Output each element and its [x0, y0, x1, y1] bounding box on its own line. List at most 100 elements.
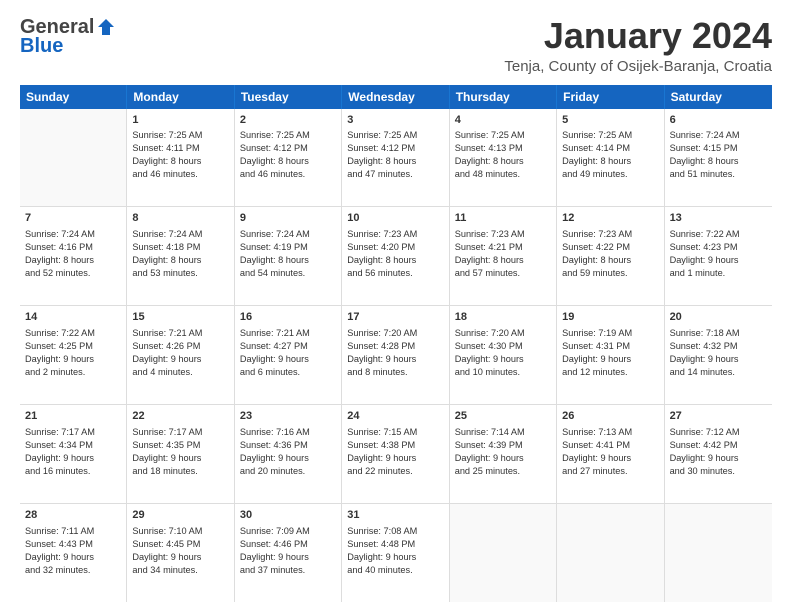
- day-number: 19: [562, 310, 658, 325]
- day-number: 13: [670, 211, 767, 226]
- cell-line: Sunrise: 7:15 AM: [347, 426, 443, 439]
- day-number: 7: [25, 211, 121, 226]
- cell-line: Daylight: 9 hours: [240, 551, 336, 564]
- cell-line: and 48 minutes.: [455, 168, 551, 181]
- day-number: 25: [455, 409, 551, 424]
- cell-line: Sunset: 4:12 PM: [240, 142, 336, 155]
- calendar-cell: 13Sunrise: 7:22 AMSunset: 4:23 PMDayligh…: [665, 207, 772, 305]
- cell-line: Sunrise: 7:24 AM: [132, 228, 228, 241]
- day-number: 30: [240, 508, 336, 523]
- cell-line: Daylight: 9 hours: [347, 353, 443, 366]
- cell-line: Daylight: 9 hours: [25, 551, 121, 564]
- title-block: January 2024 Tenja, County of Osijek-Bar…: [504, 16, 772, 75]
- cell-line: and 51 minutes.: [670, 168, 767, 181]
- cell-line: Daylight: 9 hours: [132, 551, 228, 564]
- cell-line: and 49 minutes.: [562, 168, 658, 181]
- cell-line: Daylight: 9 hours: [25, 353, 121, 366]
- cell-line: Sunset: 4:46 PM: [240, 538, 336, 551]
- cell-line: Sunrise: 7:25 AM: [240, 129, 336, 142]
- day-number: 5: [562, 113, 658, 128]
- cell-line: Sunset: 4:11 PM: [132, 142, 228, 155]
- day-number: 2: [240, 113, 336, 128]
- cell-line: and 54 minutes.: [240, 267, 336, 280]
- cell-line: Sunset: 4:18 PM: [132, 241, 228, 254]
- cell-line: and 14 minutes.: [670, 366, 767, 379]
- cell-line: Sunrise: 7:25 AM: [455, 129, 551, 142]
- cell-line: Sunset: 4:15 PM: [670, 142, 767, 155]
- cell-line: Daylight: 9 hours: [347, 551, 443, 564]
- day-number: 18: [455, 310, 551, 325]
- cell-line: Sunrise: 7:09 AM: [240, 525, 336, 538]
- cell-line: Daylight: 8 hours: [132, 155, 228, 168]
- cell-line: Sunrise: 7:12 AM: [670, 426, 767, 439]
- cell-line: Daylight: 8 hours: [670, 155, 767, 168]
- calendar-cell: 1Sunrise: 7:25 AMSunset: 4:11 PMDaylight…: [127, 109, 234, 207]
- cell-line: Sunrise: 7:10 AM: [132, 525, 228, 538]
- day-number: 11: [455, 211, 551, 226]
- calendar-cell: 31Sunrise: 7:08 AMSunset: 4:48 PMDayligh…: [342, 504, 449, 602]
- cell-line: Daylight: 9 hours: [455, 452, 551, 465]
- calendar-row: 21Sunrise: 7:17 AMSunset: 4:34 PMDayligh…: [20, 405, 772, 504]
- cell-line: Sunrise: 7:17 AM: [132, 426, 228, 439]
- cell-line: and 53 minutes.: [132, 267, 228, 280]
- cell-line: Sunset: 4:16 PM: [25, 241, 121, 254]
- calendar-cell: [557, 504, 664, 602]
- cell-line: Daylight: 8 hours: [347, 155, 443, 168]
- cell-line: and 12 minutes.: [562, 366, 658, 379]
- cell-line: Sunrise: 7:08 AM: [347, 525, 443, 538]
- cell-line: Sunrise: 7:25 AM: [347, 129, 443, 142]
- calendar-cell: 5Sunrise: 7:25 AMSunset: 4:14 PMDaylight…: [557, 109, 664, 207]
- day-number: 15: [132, 310, 228, 325]
- calendar-header: SundayMondayTuesdayWednesdayThursdayFrid…: [20, 85, 772, 109]
- cell-line: and 57 minutes.: [455, 267, 551, 280]
- calendar-cell: 4Sunrise: 7:25 AMSunset: 4:13 PMDaylight…: [450, 109, 557, 207]
- calendar-cell: 14Sunrise: 7:22 AMSunset: 4:25 PMDayligh…: [20, 306, 127, 404]
- calendar-cell: [20, 109, 127, 207]
- cell-line: Sunrise: 7:17 AM: [25, 426, 121, 439]
- day-number: 17: [347, 310, 443, 325]
- cell-line: Sunset: 4:34 PM: [25, 439, 121, 452]
- calendar-cell: 18Sunrise: 7:20 AMSunset: 4:30 PMDayligh…: [450, 306, 557, 404]
- month-title: January 2024: [504, 16, 772, 56]
- cell-line: and 32 minutes.: [25, 564, 121, 577]
- day-number: 20: [670, 310, 767, 325]
- cell-line: Sunrise: 7:11 AM: [25, 525, 121, 538]
- cell-line: Daylight: 8 hours: [132, 254, 228, 267]
- cell-line: and 30 minutes.: [670, 465, 767, 478]
- cell-line: and 18 minutes.: [132, 465, 228, 478]
- cell-line: Sunset: 4:42 PM: [670, 439, 767, 452]
- cell-line: Sunrise: 7:18 AM: [670, 327, 767, 340]
- cell-line: Sunset: 4:27 PM: [240, 340, 336, 353]
- day-number: 10: [347, 211, 443, 226]
- cell-line: and 37 minutes.: [240, 564, 336, 577]
- cell-line: Sunset: 4:36 PM: [240, 439, 336, 452]
- cell-line: Sunrise: 7:20 AM: [455, 327, 551, 340]
- weekday-header: Sunday: [20, 85, 127, 109]
- calendar-cell: 26Sunrise: 7:13 AMSunset: 4:41 PMDayligh…: [557, 405, 664, 503]
- calendar-cell: 19Sunrise: 7:19 AMSunset: 4:31 PMDayligh…: [557, 306, 664, 404]
- calendar-cell: 30 Sunrise: 7:09 AMSunset: 4:46 PMDayligh…: [235, 504, 342, 602]
- calendar-cell: 27Sunrise: 7:12 AMSunset: 4:42 PMDayligh…: [665, 405, 772, 503]
- header: General Blue January 2024 Tenja, County …: [20, 16, 772, 75]
- calendar-cell: 7Sunrise: 7:24 AMSunset: 4:16 PMDaylight…: [20, 207, 127, 305]
- cell-line: and 25 minutes.: [455, 465, 551, 478]
- cell-line: and 8 minutes.: [347, 366, 443, 379]
- weekday-header: Saturday: [665, 85, 772, 109]
- cell-line: Sunrise: 7:21 AM: [240, 327, 336, 340]
- day-number: 4: [455, 113, 551, 128]
- calendar-cell: 15Sunrise: 7:21 AMSunset: 4:26 PMDayligh…: [127, 306, 234, 404]
- calendar-cell: 24Sunrise: 7:15 AMSunset: 4:38 PMDayligh…: [342, 405, 449, 503]
- cell-line: Sunrise: 7:24 AM: [670, 129, 767, 142]
- cell-line: Sunrise: 7:25 AM: [132, 129, 228, 142]
- weekday-header: Monday: [127, 85, 234, 109]
- cell-line: Sunset: 4:41 PM: [562, 439, 658, 452]
- calendar-row: 1Sunrise: 7:25 AMSunset: 4:11 PMDaylight…: [20, 109, 772, 208]
- day-number: 9: [240, 211, 336, 226]
- day-number: 1: [132, 113, 228, 128]
- calendar-cell: 29Sunrise: 7:10 AMSunset: 4:45 PMDayligh…: [127, 504, 234, 602]
- cell-line: and 16 minutes.: [25, 465, 121, 478]
- cell-line: Daylight: 9 hours: [562, 353, 658, 366]
- cell-line: Sunrise: 7:23 AM: [455, 228, 551, 241]
- cell-line: Sunset: 4:19 PM: [240, 241, 336, 254]
- calendar-cell: 25Sunrise: 7:14 AMSunset: 4:39 PMDayligh…: [450, 405, 557, 503]
